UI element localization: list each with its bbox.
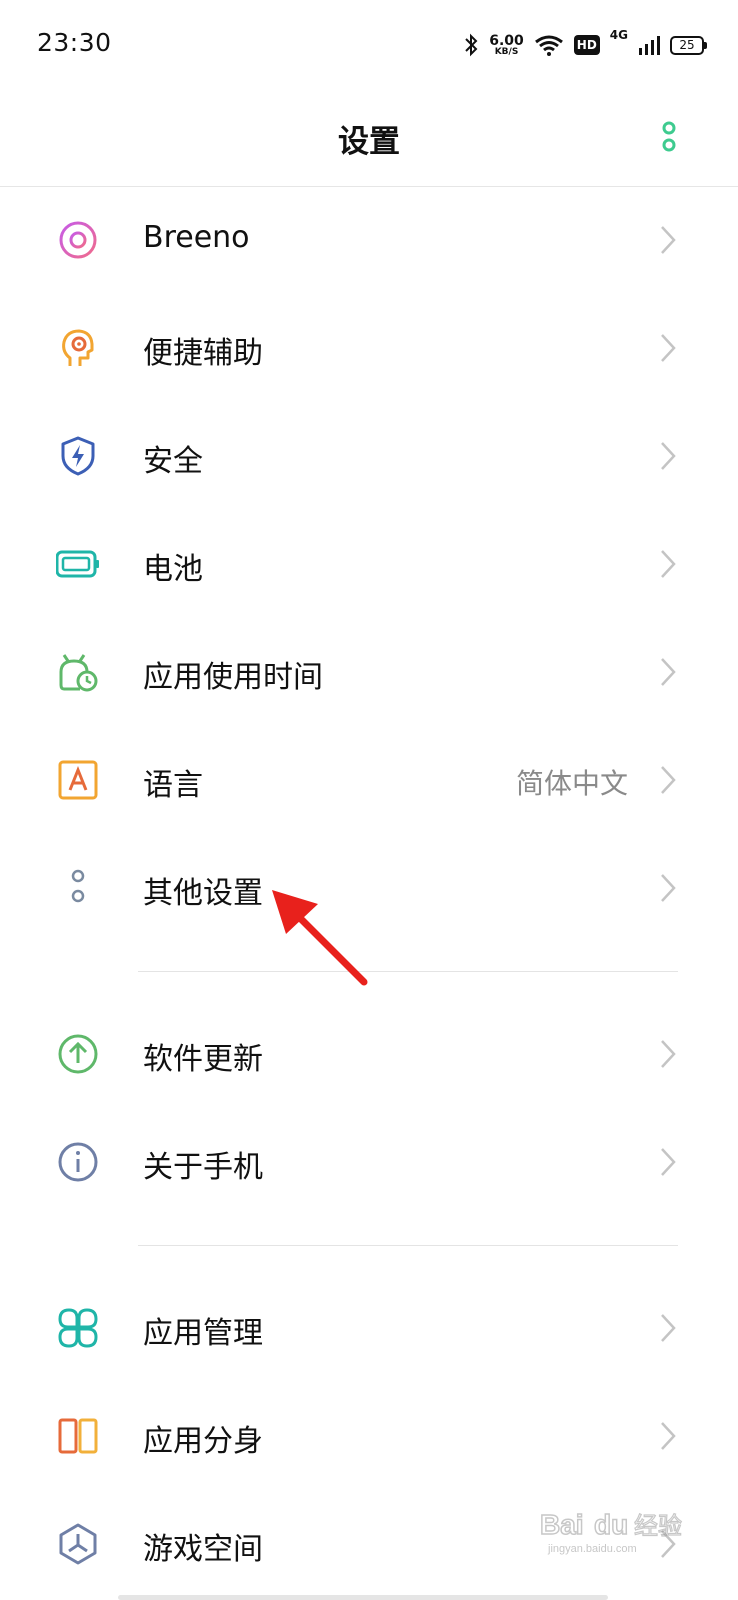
settings-item-label: 应用分身 [143,1424,263,1459]
status-icons: 6.00 KB/S HD 4G 25 [463,28,707,62]
net-speed: 6.00 KB/S [489,34,524,57]
battery-icon [56,550,99,578]
status-time: 23:30 [37,28,112,57]
svg-text:Bai: Bai [540,1509,584,1540]
battery-indicator: 25 [670,35,707,55]
battery-level: 25 [679,38,695,52]
settings-item-breeno[interactable]: Breeno [0,186,738,294]
chevron-right-icon [661,766,676,794]
home-indicator [118,1595,608,1600]
chevron-right-icon [661,442,676,470]
game-space-icon [59,1523,97,1565]
chevron-right-icon [661,334,676,362]
settings-item-app-clone[interactable]: 应用分身 [0,1382,738,1490]
chevron-right-icon [661,874,676,902]
network-type: 4G [609,28,628,42]
section-divider [138,971,678,972]
update-arrow-icon [58,1034,98,1074]
app-grid-icon [58,1308,98,1348]
settings-item-app-usage-time[interactable]: 应用使用时间 [0,618,738,726]
settings-item-label: Breeno [143,220,250,255]
settings-item-label: 电池 [143,552,203,587]
svg-text:经验: 经验 [634,1512,682,1540]
wifi-icon [534,35,563,56]
settings-item-battery[interactable]: 电池 [0,510,738,618]
section-divider [138,1245,678,1246]
page-title: 设置 [338,124,400,160]
settings-item-app-management[interactable]: 应用管理 [0,1274,738,1382]
settings-item-language[interactable]: 语言 简体中文 [0,726,738,834]
more-options-icon[interactable] [652,118,686,158]
settings-item-assist[interactable]: 便捷辅助 [0,294,738,402]
settings-item-label: 关于手机 [143,1150,263,1185]
shield-icon [61,436,95,476]
info-icon [58,1142,98,1182]
settings-item-label: 软件更新 [143,1042,263,1077]
header: 设置 [0,90,738,187]
svg-text:du: du [594,1509,628,1540]
chevron-right-icon [661,1314,676,1342]
svg-text:jingyan.baidu.com: jingyan.baidu.com [547,1543,637,1555]
annotation-arrow-icon [272,890,368,986]
alarm-clock-icon [59,654,98,692]
status-bar: 23:30 6.00 KB/S HD 4G 25 [0,0,738,90]
assist-icon [62,329,94,366]
baidu-watermark-logo: Bai du 经验 jingyan.baidu.com [539,1508,682,1555]
chevron-right-icon [661,658,676,686]
signal-icon [639,36,660,55]
settings-item-label: 安全 [143,444,203,479]
settings-item-security[interactable]: 安全 [0,402,738,510]
settings-item-software-update[interactable]: 软件更新 [0,1000,738,1108]
settings-item-label: 应用使用时间 [143,660,323,695]
settings-item-label: 便捷辅助 [143,336,263,371]
settings-item-label: 游戏空间 [143,1532,263,1567]
settings-item-value: 简体中文 [515,767,628,800]
chevron-right-icon [661,226,676,254]
app-clone-icon [58,1418,98,1454]
language-icon [58,760,98,800]
other-settings-icon [71,869,85,903]
chevron-right-icon [661,1148,676,1176]
settings-item-label: 应用管理 [143,1316,263,1351]
chevron-right-icon [661,1040,676,1068]
breeno-icon [59,221,97,259]
bluetooth-icon [465,33,478,57]
chevron-right-icon [661,1422,676,1450]
hd-badge: HD [573,35,600,55]
settings-item-about-phone[interactable]: 关于手机 [0,1108,738,1216]
net-speed-value: 6.00 [489,32,524,49]
settings-item-label: 其他设置 [143,876,263,911]
chevron-right-icon [661,550,676,578]
net-speed-unit: KB/S [494,46,519,57]
settings-item-label: 语言 [143,768,203,803]
